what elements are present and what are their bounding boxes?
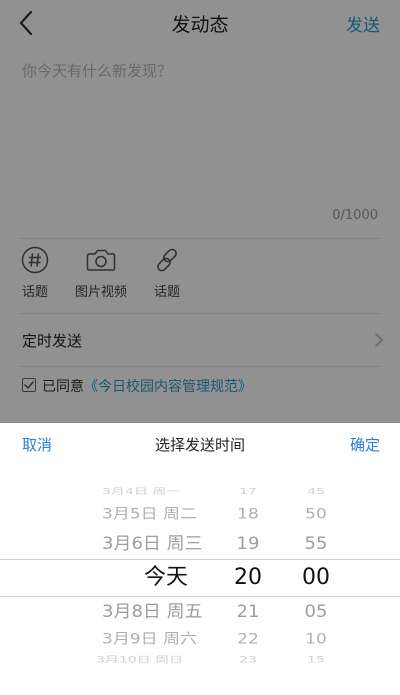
picker-toolbar: 取消 选择发送时间 确定 [0,423,400,463]
date-option[interactable]: 3月6日 周三 [102,535,203,552]
minute-option[interactable]: 45 [296,488,336,496]
date-option[interactable]: 3月9日 周六 [102,632,197,646]
picker-title: 选择发送时间 [154,436,245,454]
hour-option[interactable]: 23 [228,656,268,664]
minute-option[interactable]: 50 [296,507,336,521]
selection-band [0,559,400,597]
minute-option[interactable]: 55 [296,535,336,552]
time-picker-sheet: 取消 选择发送时间 确定 3月4日 周一 3月5日 周二 3月6日 周三 今天 … [0,423,400,695]
date-option[interactable]: 3月5日 周二 [102,507,197,521]
minute-option-selected[interactable]: 00 [296,567,336,589]
confirm-button[interactable]: 确定 [350,434,380,455]
minute-option[interactable]: 05 [296,603,336,620]
hour-option-selected[interactable]: 20 [228,567,268,589]
minute-option[interactable]: 15 [296,656,336,664]
hour-option[interactable]: 21 [228,603,268,620]
modal-overlay[interactable] [0,0,400,423]
date-option[interactable]: 3月10日 周日 [96,656,183,664]
date-option[interactable]: 3月8日 周五 [102,603,203,620]
hour-option[interactable]: 19 [228,535,268,552]
hour-option[interactable]: 17 [228,488,268,496]
hour-option[interactable]: 22 [228,632,268,646]
hour-option[interactable]: 18 [228,507,268,521]
time-wheel[interactable]: 3月4日 周一 3月5日 周二 3月6日 周三 今天 3月8日 周五 3月9日 … [0,475,400,695]
date-option-selected[interactable]: 今天 [144,567,188,589]
minute-option[interactable]: 10 [296,632,336,646]
date-option[interactable]: 3月4日 周一 [102,488,180,496]
